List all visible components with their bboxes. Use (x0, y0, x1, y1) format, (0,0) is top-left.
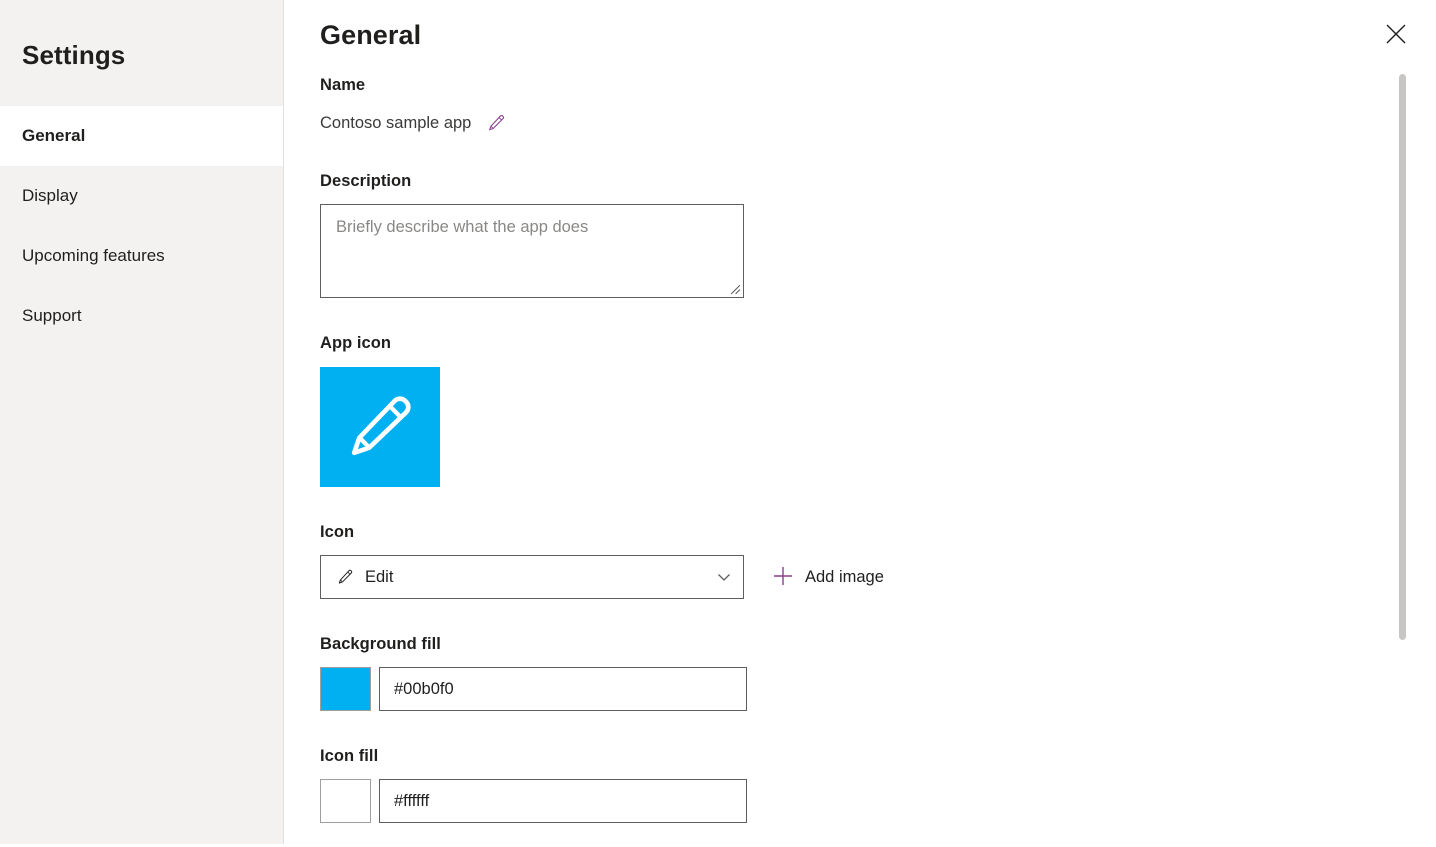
page-title: General (320, 20, 422, 50)
background-fill-row (320, 667, 1220, 711)
icon-fill-label: Icon fill (320, 747, 379, 765)
edit-name-button[interactable] (485, 112, 507, 134)
close-button[interactable] (1376, 14, 1416, 54)
settings-main-panel: General Name Contoso sample app Descript… (284, 0, 1436, 847)
background-fill-input[interactable] (379, 667, 747, 711)
vertical-scrollbar[interactable] (1399, 74, 1406, 640)
background-fill-field-group: Background fill (320, 635, 1220, 711)
close-icon (1386, 24, 1406, 44)
icon-select-dropdown[interactable]: Edit (320, 555, 744, 599)
description-placeholder: Briefly describe what the app does (336, 218, 589, 236)
sidebar-item-display[interactable]: Display (0, 166, 283, 226)
sidebar-item-label: Upcoming features (22, 246, 165, 265)
app-icon-field-group: App icon (320, 334, 1220, 487)
sidebar-item-label: Support (22, 306, 82, 325)
add-image-label: Add image (805, 567, 884, 586)
general-settings-form: Name Contoso sample app Description Brie… (320, 76, 1220, 823)
icon-select-field-group: Icon Edit Add image (320, 523, 1220, 599)
icon-fill-row (320, 779, 1220, 823)
sidebar-item-general[interactable]: General (0, 106, 283, 166)
pencil-icon (351, 396, 411, 456)
icon-fill-swatch[interactable] (320, 779, 371, 823)
chevron-down-icon (715, 568, 733, 586)
settings-sidebar: Settings General Display Upcoming featur… (0, 0, 284, 844)
description-field-group: Description Briefly describe what the ap… (320, 172, 1220, 298)
sidebar-item-support[interactable]: Support (0, 286, 283, 346)
name-row: Contoso sample app (320, 112, 1220, 134)
sidebar-title: Settings (22, 40, 126, 70)
icon-fill-field-group: Icon fill (320, 747, 1220, 823)
name-label: Name (320, 76, 366, 94)
pencil-icon (335, 567, 355, 587)
name-field-group: Name Contoso sample app (320, 76, 1220, 134)
background-fill-swatch[interactable] (320, 667, 371, 711)
icon-fill-input[interactable] (379, 779, 747, 823)
description-label: Description (320, 172, 412, 190)
resize-grip-icon[interactable] (728, 282, 741, 295)
scrollbar-thumb[interactable] (1399, 74, 1406, 640)
sidebar-item-upcoming-features[interactable]: Upcoming features (0, 226, 283, 286)
pencil-icon (489, 114, 505, 131)
description-textarea-wrapper[interactable]: Briefly describe what the app does (320, 204, 744, 298)
add-image-button[interactable]: Add image (770, 561, 886, 594)
app-name-value: Contoso sample app (320, 113, 472, 132)
plus-icon (772, 565, 794, 590)
icon-row: Edit Add image (320, 555, 1220, 599)
settings-dialog: Settings General Display Upcoming featur… (0, 0, 1436, 847)
background-fill-label: Background fill (320, 635, 441, 653)
app-icon-label: App icon (320, 334, 391, 352)
icon-select-value: Edit (365, 567, 394, 586)
icon-label: Icon (320, 523, 355, 541)
sidebar-item-label: Display (22, 186, 78, 205)
sidebar-item-label: General (22, 126, 86, 145)
sidebar-nav: General Display Upcoming features Suppor… (0, 106, 283, 346)
app-icon-preview[interactable] (320, 367, 440, 487)
